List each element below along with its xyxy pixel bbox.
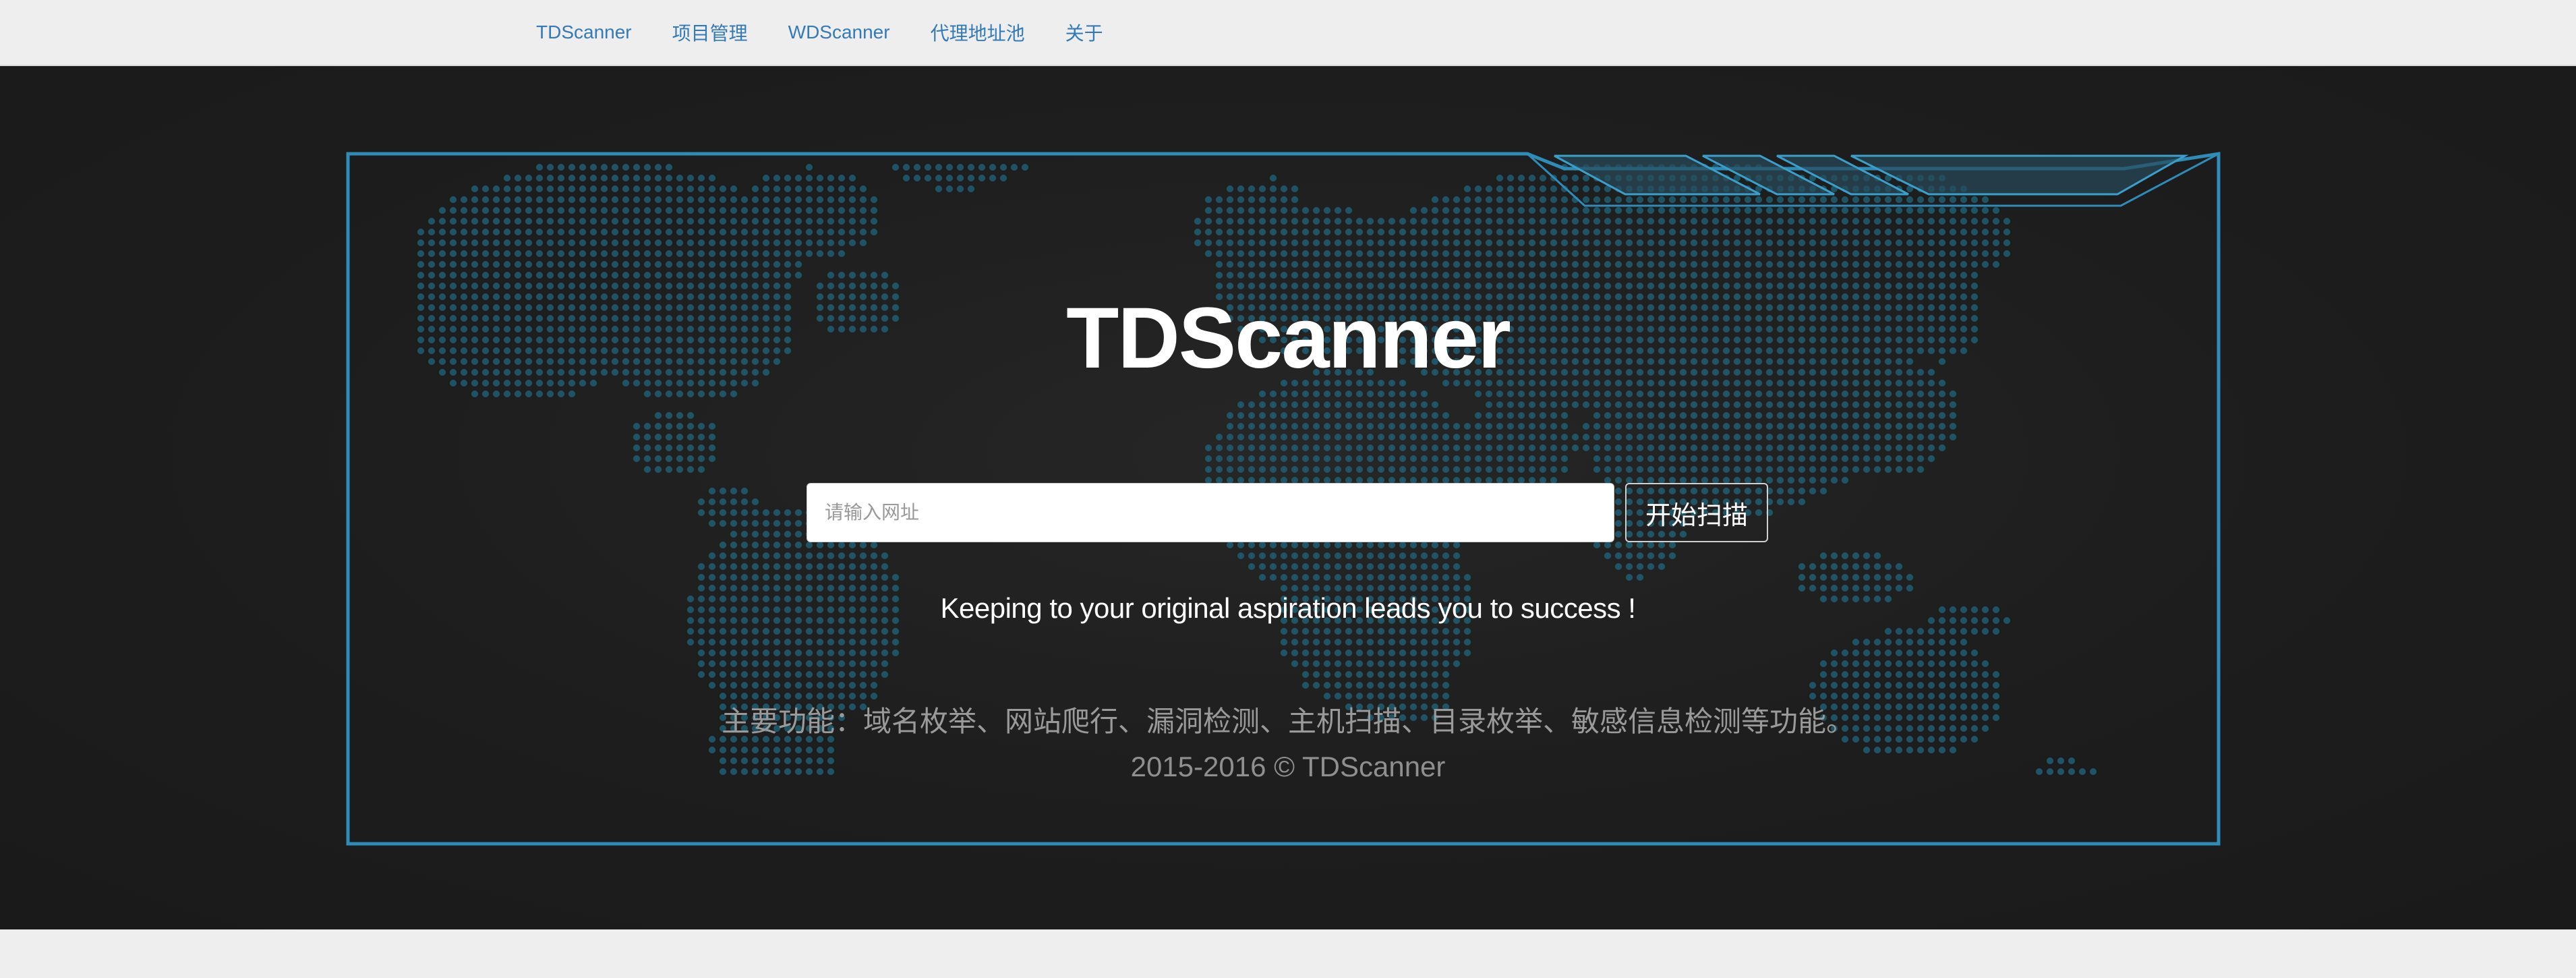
start-scan-button[interactable]: 开始扫描 — [1625, 483, 1768, 542]
copyright-text: 2015-2016 © TDScanner — [1130, 751, 1446, 782]
navbar: TDScanner 项目管理 WDScanner 代理地址池 关于 — [0, 0, 2576, 66]
nav-link-wdscanner[interactable]: WDScanner — [788, 22, 890, 42]
nav-menu: TDScanner 项目管理 WDScanner 代理地址池 关于 — [536, 0, 1144, 65]
nav-link-project-management[interactable]: 项目管理 — [672, 23, 748, 44]
slogan-text: Keeping to your original aspiration lead… — [940, 592, 1636, 624]
url-search-input[interactable] — [807, 483, 1614, 542]
page-title: TDScanner — [1066, 290, 1511, 386]
features-text: 主要功能：域名枚举、网站爬行、漏洞检测、主机扫描、目录枚举、敏感信息检测等功能。 — [721, 706, 1854, 737]
hero-section: TDScanner 开始扫描 Keeping to your original … — [0, 66, 2576, 929]
nav-link-proxy-pool[interactable]: 代理地址池 — [931, 23, 1025, 44]
nav-link-tdscanner[interactable]: TDScanner — [536, 22, 632, 42]
nav-link-about[interactable]: 关于 — [1065, 23, 1103, 44]
